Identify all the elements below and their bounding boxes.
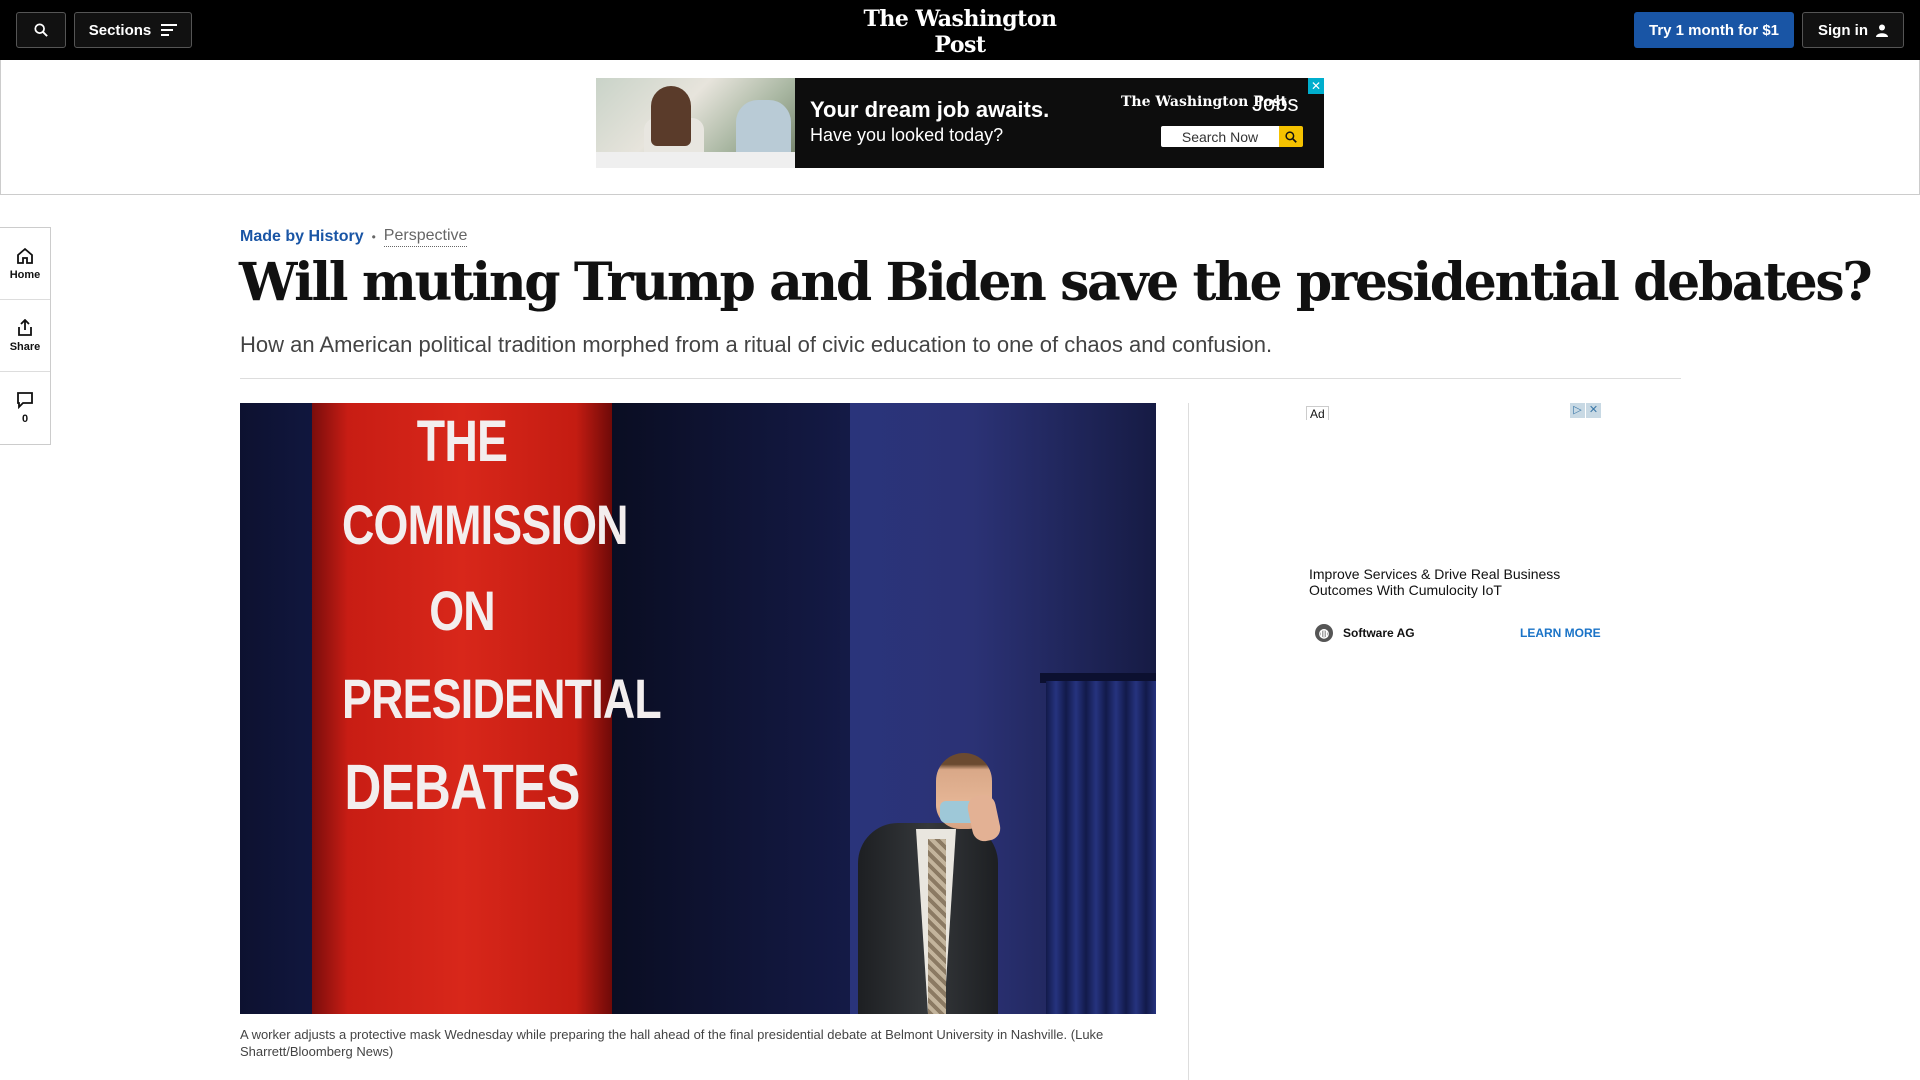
photo-caption: A worker adjusts a protective mask Wedne… — [240, 1027, 1104, 1059]
sections-label: Sections — [88, 21, 152, 39]
logo-name: The Washington Post — [863, 6, 1057, 58]
hamburger-menu-icon — [161, 24, 178, 36]
kicker-separator: • — [371, 230, 376, 244]
jobs-ad-product: Jobs — [1252, 91, 1299, 116]
sign-in-label: Sign in — [1818, 21, 1868, 39]
search-icon — [1285, 130, 1297, 143]
rail-home-button[interactable]: Home — [0, 228, 50, 300]
jobs-search-now-button[interactable]: Search Now — [1161, 126, 1279, 147]
jobs-search-go-button[interactable] — [1279, 126, 1303, 147]
ad-choices-icon[interactable]: ▷ — [1570, 403, 1585, 418]
subscribe-button[interactable]: Try 1 month for $1 — [1634, 12, 1794, 48]
search-button[interactable] — [16, 12, 66, 48]
sign-line: COMMISSION — [342, 493, 629, 556]
rail-share-label: Share — [9, 340, 41, 353]
jobs-ad-subline: Have you looked today? — [810, 125, 1004, 145]
side-rail: Home Share 0 — [0, 227, 51, 445]
rail-comments-button[interactable]: 0 — [0, 372, 50, 444]
sign-line: ON — [429, 579, 495, 642]
jobs-ad-photo — [596, 78, 795, 168]
lead-photo: THE COMMISSION ON PRESIDENTIAL DEBATES — [240, 403, 1156, 1014]
article-dek: How an American political tradition morp… — [240, 332, 1273, 357]
side-ad-image[interactable] — [1306, 420, 1600, 560]
jobs-ad-headline: Your dream job awaits. — [810, 97, 1050, 122]
user-icon — [1876, 24, 1888, 37]
sign-line: THE — [416, 409, 508, 474]
banner-sign-text: THE COMMISSION ON PRESIDENTIAL DEBATES — [312, 403, 662, 823]
side-ad-title[interactable]: Improve Services & Drive Real Business O… — [1309, 566, 1599, 598]
ad-close-icon[interactable]: ✕ — [1308, 78, 1324, 94]
sign-in-button[interactable]: Sign in — [1802, 12, 1904, 48]
search-icon — [34, 23, 48, 37]
rail-comments-count: 0 — [21, 413, 29, 425]
share-icon — [18, 318, 32, 336]
close-icon[interactable]: ✕ — [1586, 403, 1601, 418]
section-link[interactable]: Made by History — [240, 228, 364, 246]
learn-more-link[interactable]: LEARN MORE — [1520, 626, 1601, 640]
article-headline: Will muting Trump and Biden save the pre… — [239, 252, 1873, 313]
top-navigation-bar: Sections The Washington Post Democracy D… — [0, 0, 1920, 75]
side-ad-sponsor[interactable]: ◍ Software AG — [1315, 624, 1415, 642]
header-divider — [240, 378, 1681, 379]
sections-menu-button[interactable]: Sections — [74, 12, 192, 48]
article-kicker: Made by History • Perspective — [240, 227, 468, 247]
sponsor-name: Software AG — [1343, 626, 1415, 640]
home-icon — [17, 247, 33, 264]
rail-share-button[interactable]: Share — [0, 300, 50, 372]
globe-icon: ◍ — [1315, 624, 1333, 642]
sign-line: PRESIDENTIAL — [342, 667, 662, 730]
jobs-ad-banner[interactable]: Your dream job awaits. Have you looked t… — [596, 78, 1324, 168]
stage-curtain — [1046, 681, 1156, 1014]
comment-icon — [17, 392, 33, 409]
column-divider — [1188, 403, 1189, 1080]
rail-home-label: Home — [9, 268, 41, 281]
ad-choices[interactable]: ▷ ✕ — [1570, 403, 1601, 418]
perspective-label[interactable]: Perspective — [383, 227, 468, 247]
sign-line: DEBATES — [344, 751, 580, 823]
